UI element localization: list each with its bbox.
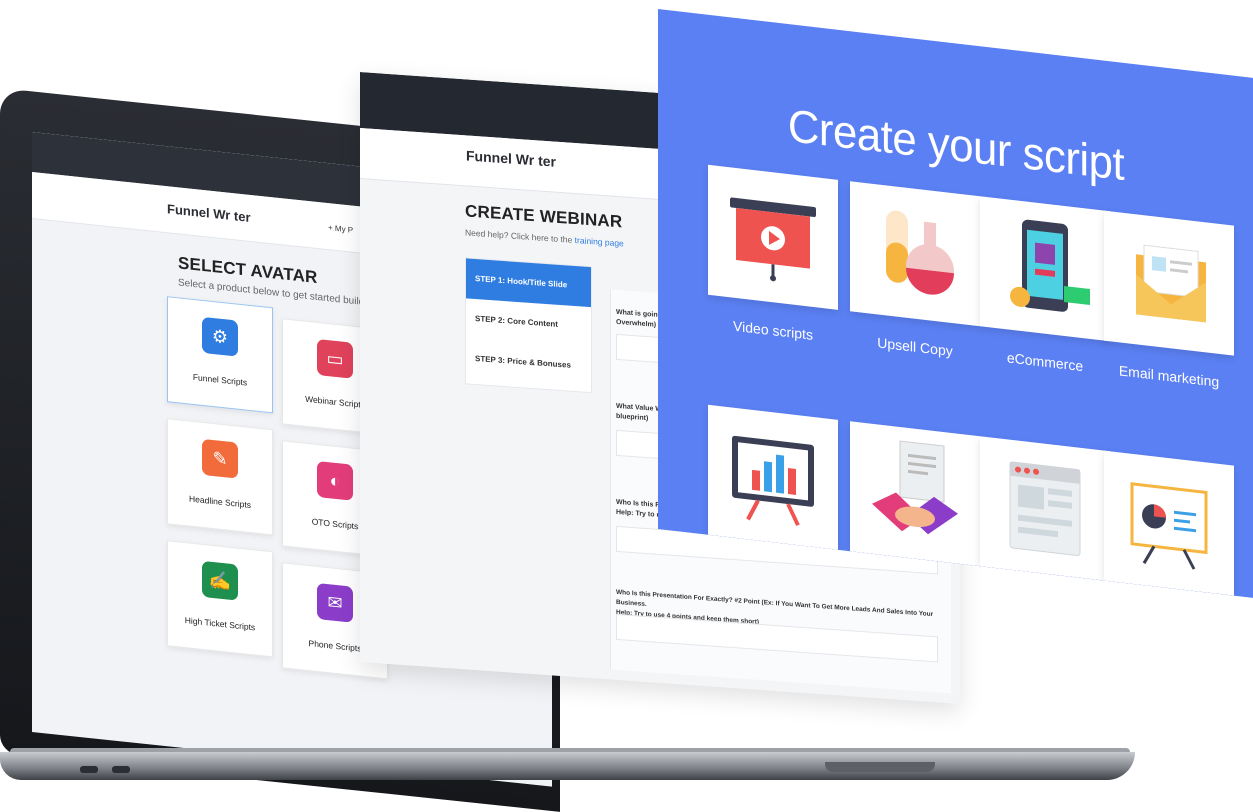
potion-flasks-icon	[886, 210, 954, 295]
script-tile-browser-layout[interactable]	[980, 436, 1110, 582]
avatar-card-headline-scripts[interactable]: ✎ Headline Scripts	[167, 418, 273, 536]
chat-icon: ✉	[317, 582, 353, 623]
gear-icon: ⚙	[202, 316, 238, 357]
avatar-card-label: Funnel Scripts	[192, 371, 248, 388]
avatar-card-label: Headline Scripts	[189, 493, 251, 511]
laptop-icon: ▭	[317, 338, 353, 379]
usb-port	[80, 766, 98, 773]
funnelwriter-logo[interactable]: Funnel Wr ter	[466, 147, 556, 169]
gauge-icon: ◐	[317, 460, 353, 501]
webinar-title: CREATE WEBINAR	[465, 201, 623, 232]
script-tile-pie-chart-easel[interactable]	[1104, 450, 1234, 596]
script-tile-handshake-contract[interactable]	[850, 421, 980, 567]
create-script-panel: Create your script Video scripts Upsell C…	[658, 9, 1253, 598]
usb-port	[112, 766, 130, 773]
question-label: What is going Overwhelm)	[616, 308, 662, 329]
training-page-link[interactable]: training page	[575, 235, 624, 248]
funnelwriter-logo[interactable]: Funnel Wr ter	[167, 201, 251, 225]
bar-chart-board-icon	[732, 435, 814, 526]
script-tile-bar-chart-board[interactable]	[708, 404, 838, 550]
script-tile-label: Email marketing	[1118, 362, 1220, 390]
script-tile-label: Upsell Copy	[877, 334, 953, 360]
steps-list: STEP 1: Hook/Title Slide STEP 2: Core Co…	[465, 257, 592, 394]
laptop-base	[0, 752, 1135, 780]
avatar-card-label: High Ticket Scripts	[184, 615, 256, 633]
script-tile-email-marketing[interactable]	[1104, 210, 1234, 356]
my-profile-menu[interactable]: + My P	[328, 223, 353, 235]
script-tile-video-scripts[interactable]	[708, 164, 838, 310]
handshake-contract-icon	[872, 440, 958, 535]
script-tile-label: Video scripts	[733, 317, 813, 343]
pie-chart-easel-icon	[1130, 482, 1208, 570]
step-price-bonuses[interactable]: STEP 3: Price & Bonuses	[466, 338, 591, 387]
laptop-notch	[825, 762, 935, 772]
question-label: What Value Wblueprint)	[616, 402, 662, 423]
script-tile-ecommerce[interactable]	[980, 196, 1110, 342]
script-type-grid: Video scripts Upsell Copy eCommerce Email m…	[658, 9, 1253, 596]
avatar-card-high-ticket-scripts[interactable]: ✍ High Ticket Scripts	[167, 540, 273, 658]
document-icon: ✍	[202, 560, 238, 601]
presentation-play-icon	[730, 197, 816, 282]
smartphone-shop-icon	[1010, 219, 1090, 312]
edit-icon: ✎	[202, 438, 238, 479]
envelope-icon	[1136, 244, 1206, 323]
script-tile-upsell-copy[interactable]	[850, 181, 980, 327]
browser-layout-icon	[1009, 461, 1081, 557]
avatar-card-funnel-scripts[interactable]: ⚙ Funnel Scripts	[167, 296, 273, 414]
